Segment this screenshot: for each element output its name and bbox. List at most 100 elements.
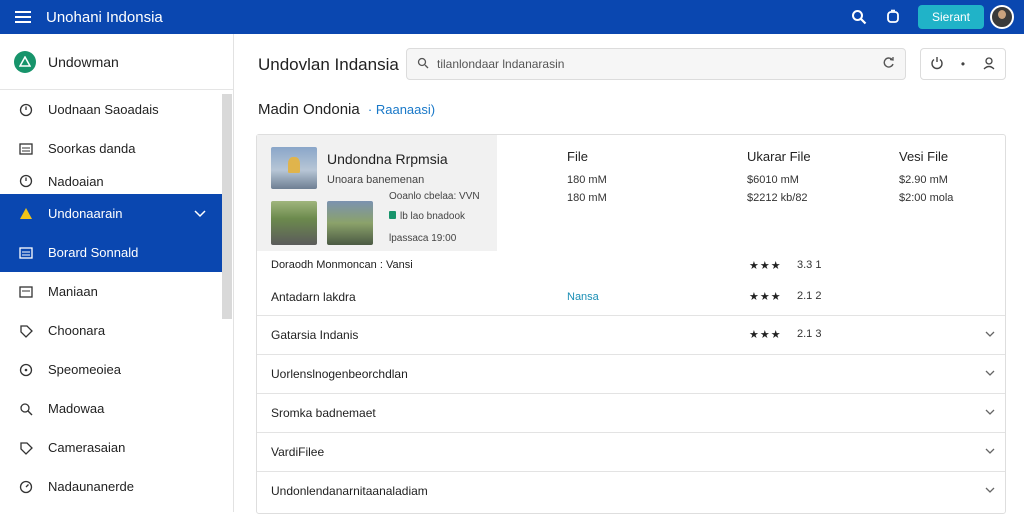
brand-label: Undowman (48, 53, 119, 70)
dropdown-dot-icon[interactable]: • (961, 57, 965, 71)
clock-icon (18, 102, 34, 118)
featured-detail: Ooanlo cbelaa: VVN (389, 191, 480, 202)
search-input[interactable]: tilanlondaar lndanarasin (406, 48, 906, 80)
chevron-down-icon[interactable] (985, 328, 995, 340)
rating-value: 2.1 2 (797, 290, 822, 302)
table-row[interactable]: Doraodh Monmoncan : Vansi ★★★ 3.3 1 (257, 259, 1005, 285)
sidebar-item-label: Soorkas danda (48, 141, 136, 156)
row-title: Undonlendanarnitaanaladiam (271, 484, 428, 498)
sidebar-item-0[interactable]: Uodnaan Saoadais (0, 90, 222, 129)
search-placeholder: tilanlondaar lndanarasin (437, 57, 565, 71)
sidebar-item-1[interactable]: Soorkas danda (0, 129, 222, 168)
sidebar-item-label: Uodnaan Saoadais (48, 102, 159, 117)
refresh-icon[interactable] (882, 56, 895, 72)
accordion-row[interactable]: Gatarsia Indanis ★★★ 2.1 3 (257, 315, 1005, 354)
tag-icon (18, 323, 34, 339)
row-tag-link[interactable]: Nansa (567, 291, 599, 303)
featured-title: Undondna Rrpmsia (327, 151, 448, 167)
featured-thumbnail[interactable] (271, 147, 317, 189)
chevron-down-icon[interactable] (985, 445, 995, 457)
accordion-row[interactable]: Uorlenslnogenbeorchdlan (257, 354, 1005, 393)
file-value: 180 mM (567, 174, 607, 186)
toolbar-group: • (920, 48, 1006, 80)
section-heading-text: Madin Ondonia (258, 101, 360, 118)
rating-value: 2.1 3 (797, 328, 822, 340)
sidebar-item-5[interactable]: Maniaan (0, 272, 222, 311)
rating-stars-icon: ★★★ (749, 329, 782, 341)
sidebar-item-4[interactable]: Borard Sonnald (0, 233, 222, 272)
brand-logo-icon (14, 50, 36, 73)
accordion-row[interactable]: Sromka badnemaet (257, 393, 1005, 432)
power-icon[interactable] (930, 56, 944, 73)
featured-subtitle: Unoara banemenan (327, 174, 425, 186)
column-header-vesi[interactable]: Vesi File (899, 149, 948, 164)
hamburger-menu-icon[interactable] (0, 10, 46, 24)
row-title: Sromka badnemaet (271, 406, 376, 420)
files-panel: Undondna Rrpmsia Unoara banemenan Ooanlo… (256, 134, 1006, 514)
row-title: Gatarsia Indanis (271, 328, 359, 342)
chevron-down-icon[interactable] (985, 484, 995, 496)
vesi-value: $2.90 mM (899, 174, 948, 186)
sidebar-item-label: Undonaarain (48, 206, 123, 221)
sidebar-item-10[interactable]: Nadaunanerde (0, 467, 222, 506)
user-icon[interactable] (982, 56, 996, 73)
ukarar-value: $6010 mM (747, 174, 799, 186)
featured-detail: lpassaca 19:00 (389, 233, 457, 244)
sidebar-brand[interactable]: Undowman (0, 34, 233, 90)
search-icon (18, 401, 34, 417)
notification-icon[interactable] (876, 9, 910, 25)
chevron-down-icon[interactable] (985, 367, 995, 379)
sidebar: Undowman Uodnaan Saoadais Soorkas danda … (0, 34, 234, 512)
section-heading-link[interactable]: · Raanaasi) (368, 102, 435, 117)
row-title: Antadarn lakdra (271, 290, 356, 304)
sidebar-item-label: Borard Sonnald (48, 245, 139, 260)
column-header-file[interactable]: File (567, 149, 588, 164)
gallery-thumbnail[interactable] (271, 201, 317, 245)
accordion-row[interactable]: VardiFilee (257, 432, 1005, 471)
sidebar-item-2[interactable]: Nadoaian (0, 168, 222, 194)
table-row[interactable]: Antadarn lakdra Nansa ★★★ 2.1 2 (257, 290, 1005, 316)
accordion-row[interactable]: Undonlendanarnitaanaladiam (257, 471, 1005, 510)
warning-icon (18, 206, 34, 222)
file-value: 180 mM (567, 192, 607, 204)
rating-value: 3.3 1 (797, 259, 822, 271)
clock-icon (18, 479, 34, 495)
clock-icon (18, 173, 34, 189)
tag-icon (18, 440, 34, 456)
rating-stars-icon: ★★★ (749, 260, 782, 272)
sidebar-item-label: Camerasaian (48, 440, 126, 455)
chevron-down-icon[interactable] (194, 207, 206, 221)
search-icon[interactable] (842, 9, 876, 25)
vesi-value: $2:00 mola (899, 192, 954, 204)
page-title: Undovlan Indansia (258, 55, 399, 74)
sidebar-item-label: Madowaa (48, 401, 105, 416)
status-icon (389, 211, 396, 219)
row-title: VardiFilee (271, 445, 325, 459)
featured-card[interactable]: Undondna Rrpmsia Unoara banemenan Ooanlo… (257, 135, 497, 251)
sidebar-item-8[interactable]: Madowaa (0, 389, 222, 428)
sidebar-item-label: Maniaan (48, 284, 98, 299)
document-icon (18, 284, 34, 300)
row-title: Doraodh Monmoncan : Vansi (271, 259, 413, 271)
document-icon (18, 245, 34, 261)
avatar[interactable] (990, 5, 1014, 29)
chevron-down-icon[interactable] (985, 406, 995, 418)
sidebar-scrollbar[interactable] (222, 94, 232, 319)
sidebar-item-9[interactable]: Camerasaian (0, 428, 222, 467)
featured-detail-row: lb lao bnadook (389, 211, 465, 222)
gallery-thumbnail[interactable] (327, 201, 373, 245)
featured-detail: lb lao bnadook (400, 211, 466, 222)
row-title: Uorlenslnogenbeorchdlan (271, 367, 408, 381)
sidebar-item-label: Choonara (48, 323, 106, 338)
app-title: Unohani Indonsia (46, 8, 163, 26)
ukarar-value: $2212 kb/82 (747, 192, 808, 204)
sidebar-item-3[interactable]: Undonaarain (0, 194, 222, 233)
clock-icon (18, 362, 34, 378)
sign-in-button[interactable]: Sierant (918, 5, 984, 29)
sidebar-item-7[interactable]: Speomeoiea (0, 350, 222, 389)
list-icon (18, 141, 34, 157)
section-heading: Madin Ondonia · Raanaasi) (258, 101, 435, 118)
column-header-ukarar[interactable]: Ukarar File (747, 149, 811, 164)
sidebar-item-label: Nadaunanerde (48, 479, 135, 494)
sidebar-item-6[interactable]: Choonara (0, 311, 222, 350)
